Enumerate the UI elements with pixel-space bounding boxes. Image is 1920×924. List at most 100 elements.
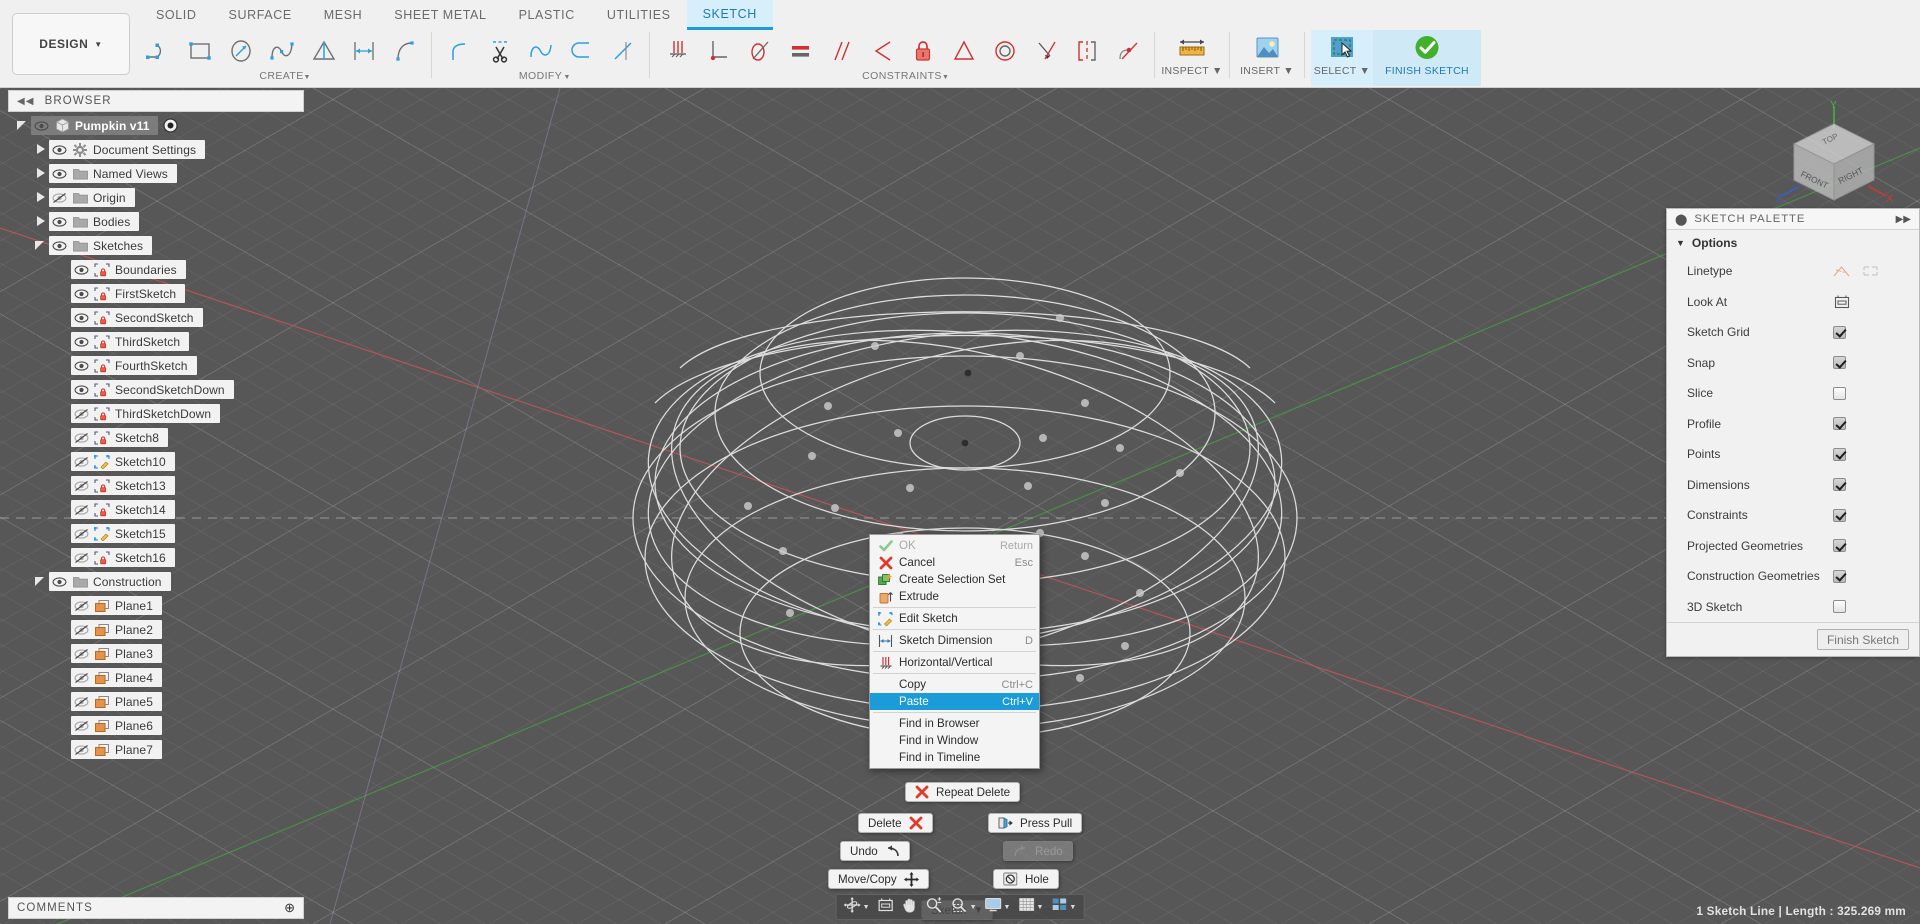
checkbox-profile[interactable]: [1833, 417, 1846, 431]
tree-item-chip[interactable]: Sketch13: [71, 476, 175, 495]
palette-finish-sketch-button[interactable]: Finish Sketch: [1816, 629, 1909, 650]
tree-item-chip[interactable]: Sketches: [49, 236, 153, 255]
browser-tree-item[interactable]: FirstSketch: [8, 284, 304, 303]
browser-tree-item[interactable]: ThirdSketch: [8, 332, 304, 351]
tree-item-chip[interactable]: ThirdSketch: [71, 332, 190, 351]
nav-grid-snap-icon[interactable]: ▼: [1015, 896, 1046, 918]
nav-viewport-layout-icon[interactable]: ▼: [1048, 896, 1079, 918]
fillet-icon[interactable]: [438, 31, 479, 71]
chevron-down-icon[interactable]: ▼: [863, 904, 870, 911]
browser-tree-item[interactable]: Plane5: [8, 692, 304, 711]
tree-item-chip[interactable]: Sketch10: [71, 452, 175, 471]
nav-zoom-window-icon[interactable]: ▼: [948, 896, 980, 918]
activate-component-radio[interactable]: [161, 116, 180, 135]
look-at-icon[interactable]: [1833, 294, 1850, 309]
tree-item-chip[interactable]: SecondSketchDown: [71, 380, 234, 399]
menu-item-cancel[interactable]: Cancel Esc: [870, 554, 1039, 571]
tab-plastic[interactable]: PLASTIC: [503, 0, 591, 30]
options-section-toggle[interactable]: ▼ Options: [1667, 230, 1919, 256]
browser-tree-item[interactable]: Origin: [8, 188, 304, 207]
browser-tree-item[interactable]: Named Views: [8, 164, 304, 183]
checkbox-construction-geometries[interactable]: [1833, 569, 1846, 583]
chevron-down-icon[interactable]: ▼: [1069, 904, 1076, 911]
tree-item-chip[interactable]: Named Views: [49, 164, 177, 183]
tree-item-chip[interactable]: FourthSketch: [71, 356, 197, 375]
visibility-eye-icon[interactable]: [71, 524, 92, 543]
browser-tree-item[interactable]: ThirdSketchDown: [8, 404, 304, 423]
context-menu[interactable]: OK Return Cancel Esc Create Selection Set Ext…: [869, 534, 1040, 769]
visibility-eye-icon[interactable]: [71, 284, 92, 303]
constraints-dropdown-caret[interactable]: ▼: [942, 74, 949, 81]
menu-item-paste[interactable]: Paste Ctrl+V: [870, 693, 1039, 710]
perpendicular-icon[interactable]: [861, 31, 902, 71]
marking-button-move-copy[interactable]: Move/Copy: [828, 869, 929, 889]
nav-orbit-icon[interactable]: ▼: [841, 896, 873, 918]
tree-item-chip[interactable]: SecondSketch: [71, 308, 203, 327]
visibility-eye-icon[interactable]: [71, 644, 92, 663]
visibility-eye-icon[interactable]: [71, 356, 92, 375]
visibility-eye-icon[interactable]: [49, 164, 70, 183]
visibility-eye-icon[interactable]: [71, 692, 92, 711]
browser-tree-item[interactable]: Plane1: [8, 596, 304, 615]
browser-tree-item[interactable]: Boundaries: [8, 260, 304, 279]
browser-tree-item[interactable]: Plane2: [8, 620, 304, 639]
checkbox-constraints[interactable]: [1833, 508, 1846, 522]
insert-button[interactable]: INSERT ▼: [1236, 30, 1298, 86]
expand-arrow-icon[interactable]: [34, 167, 47, 180]
inspect-button[interactable]: INSPECT ▼: [1161, 30, 1223, 86]
visibility-eye-icon[interactable]: [71, 308, 92, 327]
expand-arrow-icon[interactable]: [16, 119, 29, 132]
checkbox-slice[interactable]: [1833, 386, 1846, 400]
dimension-icon[interactable]: [343, 31, 384, 71]
visibility-eye-icon[interactable]: [71, 260, 92, 279]
equal-icon[interactable]: [779, 31, 820, 71]
checkbox-snap[interactable]: [1833, 356, 1846, 370]
visibility-eye-icon[interactable]: [49, 236, 70, 255]
spline-icon[interactable]: [261, 31, 302, 71]
symmetry-icon[interactable]: [1066, 31, 1107, 71]
menu-item-horizontal-vertical[interactable]: Horizontal/Vertical: [870, 654, 1039, 671]
chevron-down-icon[interactable]: ▼: [1036, 904, 1043, 911]
nav-pan-hand-icon[interactable]: [899, 896, 921, 918]
expand-arrow-icon[interactable]: [34, 191, 47, 204]
plus-circle-icon[interactable]: ⊕: [284, 900, 295, 916]
concentric-icon[interactable]: [984, 31, 1025, 71]
tree-item-chip[interactable]: Plane4: [71, 668, 162, 687]
browser-tree-item[interactable]: Sketch10: [8, 452, 304, 471]
finish-sketch-button[interactable]: FINISH SKETCH: [1373, 30, 1481, 86]
line-icon[interactable]: [138, 31, 179, 71]
browser-root-node[interactable]: Pumpkin v11: [8, 116, 304, 135]
browser-tree-item[interactable]: Document Settings: [8, 140, 304, 159]
tab-utilities[interactable]: UTILITIES: [591, 0, 687, 30]
visibility-eye-icon[interactable]: [71, 740, 92, 759]
menu-item-extrude[interactable]: Extrude: [870, 588, 1039, 605]
tree-item-chip[interactable]: Sketch14: [71, 500, 175, 519]
browser-tree-item[interactable]: Sketch14: [8, 500, 304, 519]
tree-item-chip[interactable]: Plane1: [71, 596, 162, 615]
menu-item-edit-sketch[interactable]: Edit Sketch: [870, 610, 1039, 627]
checkbox-dimensions[interactable]: [1833, 478, 1846, 492]
checkbox-points[interactable]: [1833, 447, 1846, 461]
browser-tree-item[interactable]: SecondSketchDown: [8, 380, 304, 399]
marking-button-hole[interactable]: Hole: [993, 869, 1059, 889]
visibility-eye-icon[interactable]: [71, 404, 92, 423]
tab-sketch[interactable]: SKETCH: [686, 0, 773, 30]
3d-viewport[interactable]: ◀◀ BROWSER Pumpkin v11 Document Settings…: [0, 88, 1920, 924]
browser-tree-item[interactable]: Sketch8: [8, 428, 304, 447]
tree-item-chip[interactable]: Sketch15: [71, 524, 175, 543]
chevron-down-icon[interactable]: ▼: [970, 904, 977, 911]
marking-button-undo[interactable]: Undo: [840, 841, 910, 861]
browser-tree-item[interactable]: Sketch15: [8, 524, 304, 543]
browser-tree-item[interactable]: Plane6: [8, 716, 304, 735]
tree-item-chip[interactable]: Plane6: [71, 716, 162, 735]
menu-item-find-in-window[interactable]: Find in Window: [870, 732, 1039, 749]
visibility-eye-icon[interactable]: [71, 380, 92, 399]
menu-item-sketch-dimension[interactable]: Sketch Dimension D: [870, 632, 1039, 649]
visibility-eye-icon[interactable]: [49, 572, 70, 591]
visibility-eye-icon[interactable]: [31, 116, 52, 135]
midpoint-icon[interactable]: [943, 31, 984, 71]
circle-icon[interactable]: [220, 31, 261, 71]
tree-item-chip[interactable]: Plane5: [71, 692, 162, 711]
menu-item-copy[interactable]: Copy Ctrl+C: [870, 676, 1039, 693]
tree-item-chip[interactable]: Boundaries: [71, 260, 186, 279]
